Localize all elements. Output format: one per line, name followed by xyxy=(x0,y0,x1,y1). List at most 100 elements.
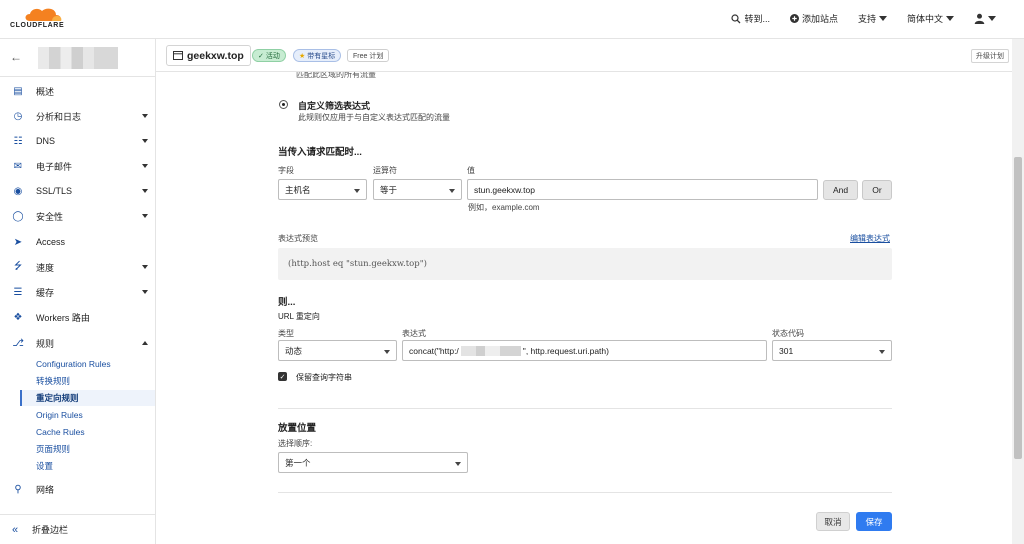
sidebar-subitem-settings[interactable]: 设置 xyxy=(20,458,155,474)
cloud-logo-icon xyxy=(25,8,62,21)
sidebar-item-rules[interactable]: ⎇ 规则 xyxy=(0,333,156,353)
main-content: 匹配此区域的所有流量 自定义筛选表达式 此规则仅应用于与自定义表达式匹配的流量 … xyxy=(156,72,1012,544)
sidebar-item-workers-routes[interactable]: ❖ Workers 路由 xyxy=(0,307,156,327)
field-select-value: 主机名 xyxy=(285,184,311,195)
sidebar-item-overview[interactable]: ▤ 概述 xyxy=(0,81,156,101)
then-subheading: URL 重定向 xyxy=(278,312,320,321)
status-badge-label: 活动 xyxy=(265,52,280,60)
cancel-button[interactable]: 取消 xyxy=(816,512,850,531)
location-pin-icon: ⚲ xyxy=(14,483,22,495)
account-name-redacted xyxy=(38,47,118,69)
support-menu[interactable]: 支持 xyxy=(858,12,887,25)
value-input[interactable]: stun.geekxw.top xyxy=(467,179,818,200)
shield-icon: ◯ xyxy=(12,210,24,222)
user-icon xyxy=(974,13,985,24)
star-badge[interactable]: ★ 带有星标 xyxy=(293,49,342,62)
access-icon: ➤ xyxy=(13,236,23,248)
then-heading: 则... xyxy=(278,297,296,308)
and-button[interactable]: And xyxy=(823,180,858,200)
expression-label: 表达式 xyxy=(402,329,426,338)
lock-icon: ◉ xyxy=(13,185,23,197)
status-badge: ✓ 活动 xyxy=(252,49,286,62)
sidebar-item-label: SSL/TLS xyxy=(36,186,73,196)
sidebar-item-label: DNS xyxy=(36,136,56,146)
collapse-sidebar-button[interactable]: « 折叠边栏 xyxy=(0,514,156,544)
goto-button[interactable]: 转到... xyxy=(731,12,770,25)
sidebar-item-label: 速度 xyxy=(36,262,55,273)
add-site-label: 添加站点 xyxy=(801,14,838,24)
save-button[interactable]: 保存 xyxy=(856,512,892,531)
preserve-query-checkbox[interactable]: ✓ xyxy=(278,372,287,381)
back-arrow-icon[interactable]: ← xyxy=(10,50,22,64)
goto-label: 转到... xyxy=(744,14,770,24)
sidebar-subitem-cache-rules[interactable]: Cache Rules xyxy=(20,424,155,440)
top-actions: 转到... 添加站点 支持 简体中文 xyxy=(731,12,996,25)
chevron-down-icon xyxy=(384,350,390,354)
sidebar-item-dns[interactable]: ☷ DNS xyxy=(0,131,156,151)
user-menu[interactable] xyxy=(974,13,996,24)
sidebar-subitem-configuration-rules[interactable]: Configuration Rules xyxy=(20,356,155,372)
top-bar: CLOUDFLARE 转到... 添加站点 支持 简体中文 xyxy=(0,0,1024,39)
chevron-up-icon xyxy=(142,341,148,345)
sidebar-item-analytics[interactable]: ◷ 分析和日志 xyxy=(0,106,156,126)
status-code-value: 301 xyxy=(779,345,794,356)
double-chevron-left-icon: « xyxy=(12,523,19,536)
operator-select-value: 等于 xyxy=(380,184,398,195)
cloudflare-logo[interactable]: CLOUDFLARE xyxy=(10,6,80,32)
upgrade-plan-button[interactable]: 升级计划 xyxy=(971,49,1009,63)
chevron-down-icon xyxy=(988,16,996,21)
type-select[interactable]: 动态 xyxy=(278,340,397,361)
chevron-down-icon xyxy=(142,214,148,218)
checkmark-icon: ✓ xyxy=(279,373,286,381)
chevron-down-icon xyxy=(142,164,148,168)
chevron-down-icon xyxy=(946,16,954,21)
edit-expression-link[interactable]: 编辑表达式 xyxy=(850,233,890,244)
field-select[interactable]: 主机名 xyxy=(278,179,367,200)
document-icon: ▤ xyxy=(13,85,23,97)
order-select[interactable]: 第一个 xyxy=(278,452,468,473)
sidebar-item-network[interactable]: ⚲ 网络 xyxy=(0,479,156,499)
chevron-down-icon xyxy=(449,189,455,193)
account-selector[interactable]: ← xyxy=(0,39,155,77)
search-icon xyxy=(731,13,741,23)
add-site-button[interactable]: 添加站点 xyxy=(789,12,838,25)
sidebar-item-access[interactable]: ➤ Access xyxy=(0,232,156,252)
sidebar-item-ssl-tls[interactable]: ◉ SSL/TLS xyxy=(0,181,156,201)
field-label: 字段 xyxy=(278,166,294,175)
sidebar-subitem-page-rules[interactable]: 页面规则 xyxy=(20,441,155,457)
expression-input[interactable]: concat("http:/ ", http.request.uri.path) xyxy=(402,340,767,361)
expression-prefix: concat("http:/ xyxy=(409,345,459,356)
checkmark-icon: ✓ xyxy=(258,52,264,60)
workers-icon: ❖ xyxy=(13,311,23,323)
sidebar-item-speed[interactable]: ⭍ 速度 xyxy=(0,257,156,277)
sidebar-subitem-transform-rules[interactable]: 转换规则 xyxy=(20,373,155,389)
custom-filter-radio[interactable] xyxy=(279,100,288,109)
zone-bar: geekxw.top ✓ 活动 ★ 带有星标 Free 计划 升级计划 xyxy=(156,39,1012,72)
custom-filter-desc: 此规则仅应用于与自定义表达式匹配的流量 xyxy=(298,113,450,122)
zone-domain: geekxw.top xyxy=(187,49,244,62)
scrollbar[interactable] xyxy=(1012,39,1024,544)
stack-icon: ☰ xyxy=(13,286,23,298)
placement-heading: 放置位置 xyxy=(278,423,317,434)
chevron-down-icon xyxy=(879,350,885,354)
order-label: 选择顺序: xyxy=(278,439,313,448)
fork-icon: ⎇ xyxy=(12,337,24,349)
status-code-select[interactable]: 301 xyxy=(772,340,892,361)
operator-select[interactable]: 等于 xyxy=(373,179,462,200)
language-label: 简体中文 xyxy=(906,14,943,24)
sidebar-subitem-redirect-rules[interactable]: 重定向规则 xyxy=(20,390,155,406)
status-code-label: 状态代码 xyxy=(772,329,804,338)
network-icon: ☷ xyxy=(13,135,23,147)
sidebar-subitem-origin-rules[interactable]: Origin Rules xyxy=(20,407,155,423)
zone-selector[interactable]: geekxw.top xyxy=(166,45,251,66)
custom-filter-title: 自定义筛选表达式 xyxy=(298,101,371,111)
language-menu[interactable]: 简体中文 xyxy=(907,12,954,25)
chevron-down-icon xyxy=(354,189,360,193)
sidebar-item-security[interactable]: ◯ 安全性 xyxy=(0,206,156,226)
or-button[interactable]: Or xyxy=(862,180,892,200)
sidebar-item-email[interactable]: ✉ 电子邮件 xyxy=(0,156,156,176)
clock-icon: ◷ xyxy=(13,110,23,122)
sidebar-item-caching[interactable]: ☰ 缓存 xyxy=(0,282,156,302)
scrollbar-thumb[interactable] xyxy=(1014,157,1022,459)
operator-label: 运算符 xyxy=(373,166,397,175)
